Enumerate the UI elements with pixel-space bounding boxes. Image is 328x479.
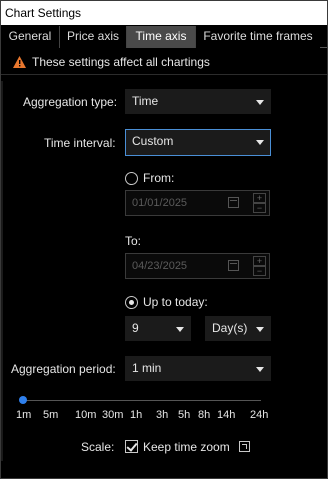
slider-tick-label: 30m bbox=[102, 409, 124, 421]
aggregation-period-slider-handle[interactable] bbox=[19, 396, 27, 404]
day-count-value: 9 bbox=[132, 321, 139, 335]
chevron-down-icon bbox=[256, 327, 264, 332]
scale-label: Scale: bbox=[81, 440, 115, 454]
decrement-button[interactable]: − bbox=[253, 203, 266, 213]
from-radio[interactable] bbox=[125, 172, 138, 185]
aggregation-type-value: Time bbox=[132, 94, 159, 108]
slider-tick-label: 1m bbox=[16, 409, 32, 421]
slider-tick-label: 10m bbox=[75, 409, 97, 421]
slider-tick-label: 24h bbox=[250, 409, 269, 421]
calendar-icon[interactable] bbox=[228, 197, 239, 208]
tab-general[interactable]: General bbox=[1, 26, 60, 48]
to-date-field[interactable]: 04/23/2025 + − bbox=[125, 253, 270, 279]
increment-button[interactable]: + bbox=[253, 256, 266, 266]
slider-tick-label: 14h bbox=[217, 409, 236, 421]
keep-time-zoom-checkbox[interactable] bbox=[125, 440, 138, 453]
aggregation-period-value: 1 min bbox=[132, 361, 162, 375]
day-unit-select[interactable]: Day(s) bbox=[205, 316, 271, 341]
slider-tick-label: 1h bbox=[130, 409, 143, 421]
slider-tick-label: 8h bbox=[198, 409, 211, 421]
window-title: Chart Settings bbox=[1, 1, 327, 25]
slider-tick-label: 3h bbox=[156, 409, 169, 421]
slider-tick-label: 5h bbox=[178, 409, 191, 421]
day-count-select[interactable]: 9 bbox=[125, 316, 191, 341]
increment-button[interactable]: + bbox=[253, 193, 266, 203]
left-edge bbox=[1, 81, 3, 461]
day-unit-value: Day(s) bbox=[212, 321, 248, 335]
decrement-button[interactable]: − bbox=[253, 266, 266, 276]
notice-text: These settings affect all chartings bbox=[32, 54, 210, 69]
tab-favorite-time-frames[interactable]: Favorite time frames bbox=[196, 26, 320, 48]
time-interval-select[interactable]: Custom bbox=[125, 129, 271, 156]
from-date-value: 01/01/2025 bbox=[132, 197, 188, 209]
slider-tick-label: 5m bbox=[43, 409, 59, 421]
time-interval-value: Custom bbox=[132, 134, 174, 148]
external-link-icon[interactable] bbox=[239, 441, 250, 452]
aggregation-type-select[interactable]: Time bbox=[125, 89, 271, 114]
tab-time-axis[interactable]: Time axis bbox=[127, 26, 196, 48]
aggregation-period-label: Aggregation period: bbox=[11, 362, 116, 376]
chart-settings-window: Chart Settings General Price axis Time a… bbox=[0, 0, 328, 479]
aggregation-type-label: Aggregation type: bbox=[23, 95, 118, 109]
chevron-down-icon bbox=[256, 100, 264, 105]
chevron-down-icon bbox=[176, 327, 184, 332]
time-interval-label: Time interval: bbox=[44, 136, 116, 150]
chevron-down-icon bbox=[256, 367, 264, 372]
to-date-value: 04/23/2025 bbox=[132, 260, 188, 272]
keep-time-zoom-label: Keep time zoom bbox=[143, 440, 230, 454]
to-label: To: bbox=[125, 234, 142, 248]
from-label: From: bbox=[143, 171, 175, 185]
up-to-today-radio[interactable] bbox=[125, 296, 138, 309]
calendar-icon[interactable] bbox=[228, 260, 239, 271]
tab-bar: General Price axis Time axis Favorite ti… bbox=[1, 26, 327, 48]
tab-price-axis[interactable]: Price axis bbox=[60, 26, 127, 48]
settings-notice: These settings affect all chartings bbox=[1, 49, 327, 75]
aggregation-period-slider-track[interactable] bbox=[23, 400, 261, 401]
from-date-field[interactable]: 01/01/2025 + − bbox=[125, 190, 270, 216]
up-to-today-label: Up to today: bbox=[143, 295, 208, 309]
chevron-down-icon bbox=[256, 140, 264, 145]
aggregation-period-select[interactable]: 1 min bbox=[125, 356, 271, 381]
warning-icon bbox=[13, 55, 26, 68]
